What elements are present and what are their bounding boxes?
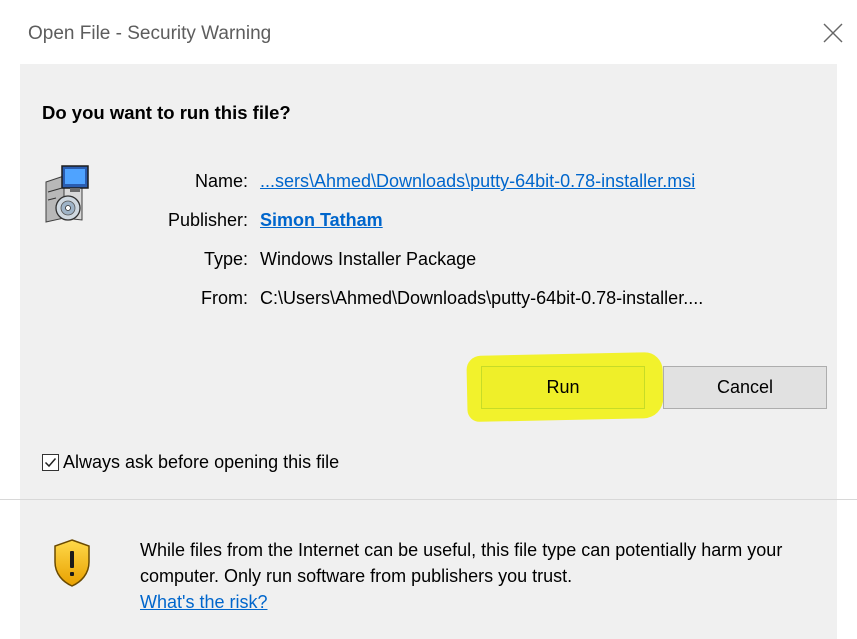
file-details: Name: ...sers\Ahmed\Downloads\putty-64bi… [136,162,703,318]
highlight-mark [466,351,664,423]
warning-message: While files from the Internet can be use… [140,537,830,615]
publisher-value: Simon Tatham [260,201,703,240]
cancel-button[interactable]: Cancel [663,366,827,409]
warning-shield-icon [52,538,92,588]
close-icon [823,23,843,43]
type-label: Type: [203,249,248,269]
from-value: C:\Users\Ahmed\Downloads\putty-64bit-0.7… [260,288,704,308]
close-button[interactable] [805,10,857,56]
always-ask-label: Always ask before opening this file [63,452,340,472]
always-ask-row[interactable]: Always ask before opening this file [42,452,339,473]
file-name-link[interactable]: ...sers\Ahmed\Downloads\putty-64bit-0.78… [260,171,695,191]
dialog-main-panel: Do you want to run this file? Name: ...s… [20,64,837,499]
publisher-label: Publisher: [167,210,248,230]
type-value: Windows Installer Package [260,249,477,269]
always-ask-checkbox[interactable] [42,454,59,471]
checkmark-icon [44,458,57,468]
title-bar: Open File - Security Warning [0,0,857,64]
warning-text: While files from the Internet can be use… [140,540,783,586]
dialog-question: Do you want to run this file? [42,102,291,123]
name-value: ...sers\Ahmed\Downloads\putty-64bit-0.78… [260,162,703,201]
publisher-link[interactable]: Simon Tatham [260,210,383,230]
window-title: Open File - Security Warning [28,23,272,44]
warning-footer: While files from the Internet can be use… [20,500,837,639]
from-label: From: [201,288,248,308]
whats-the-risk-link[interactable]: What's the risk? [140,592,267,612]
name-label: Name: [194,171,248,191]
installer-package-icon [42,164,90,224]
